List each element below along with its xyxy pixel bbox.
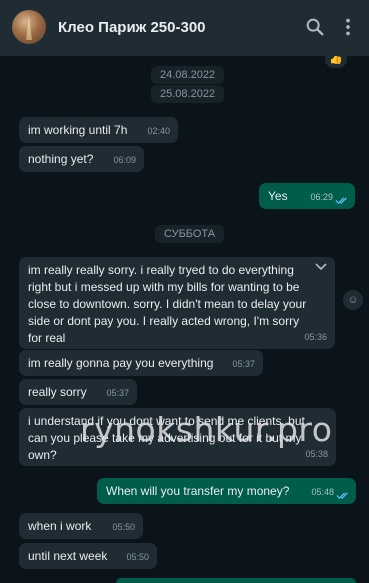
emoji-icon[interactable]: ☺ bbox=[343, 290, 363, 310]
chat-header: Клео Париж 250-300 bbox=[0, 0, 369, 56]
message-time: 06:09 bbox=[113, 155, 136, 165]
message-time: 05:37 bbox=[232, 359, 255, 369]
message-time: 05:37 bbox=[106, 388, 129, 398]
contact-avatar[interactable] bbox=[12, 10, 46, 44]
search-icon[interactable] bbox=[304, 16, 326, 38]
partial-outgoing-message[interactable] bbox=[116, 578, 356, 583]
message-text: im really really sorry. i really tryed t… bbox=[28, 263, 307, 345]
date-divider: СУББОТА bbox=[155, 225, 225, 243]
double-check-icon bbox=[335, 197, 347, 205]
message-text: really sorry bbox=[28, 385, 87, 399]
message-incoming[interactable]: im working until 7h 02:40 bbox=[19, 117, 178, 143]
message-text: im working until 7h bbox=[28, 123, 128, 137]
reaction-badge[interactable]: 👍 bbox=[325, 56, 347, 68]
date-divider: 25.08.2022 bbox=[151, 85, 225, 103]
more-vert-icon[interactable] bbox=[337, 16, 359, 38]
date-divider: 24.08.2022 bbox=[151, 66, 225, 84]
message-incoming[interactable]: im really really sorry. i really tryed t… bbox=[19, 257, 335, 349]
message-incoming[interactable]: nothing yet? 06:09 bbox=[19, 146, 144, 172]
message-text: When will you transfer my money? bbox=[106, 484, 290, 498]
message-time: 05:48 bbox=[311, 487, 334, 497]
message-time: 05:36 bbox=[304, 332, 327, 342]
message-incoming[interactable]: until next week 05:50 bbox=[19, 543, 157, 569]
message-text: when i work bbox=[28, 519, 92, 533]
chevron-down-icon[interactable] bbox=[315, 263, 327, 271]
message-time: 06:29 bbox=[310, 192, 333, 202]
double-check-icon bbox=[336, 492, 348, 500]
message-text: im really gonna pay you everything bbox=[28, 356, 214, 370]
message-outgoing[interactable]: Yes 06:29 bbox=[259, 183, 355, 209]
message-incoming[interactable]: im really gonna pay you everything 05:37 bbox=[19, 350, 263, 376]
watermark: rynokshkur.pro bbox=[80, 410, 333, 449]
message-incoming[interactable]: when i work 05:50 bbox=[19, 513, 143, 539]
message-time: 02:40 bbox=[147, 126, 170, 136]
message-time: 05:50 bbox=[126, 552, 149, 562]
message-time: 05:50 bbox=[112, 522, 135, 532]
message-text: nothing yet? bbox=[28, 152, 94, 166]
message-incoming[interactable]: really sorry 05:37 bbox=[19, 379, 137, 405]
message-text: Yes bbox=[268, 189, 288, 203]
message-list: 👍 24.08.2022 25.08.2022 im working until… bbox=[0, 56, 369, 583]
message-outgoing[interactable]: When will you transfer my money? 05:48 bbox=[97, 478, 356, 504]
message-text: until next week bbox=[28, 549, 108, 563]
contact-name[interactable]: Клео Париж 250-300 bbox=[58, 19, 206, 36]
